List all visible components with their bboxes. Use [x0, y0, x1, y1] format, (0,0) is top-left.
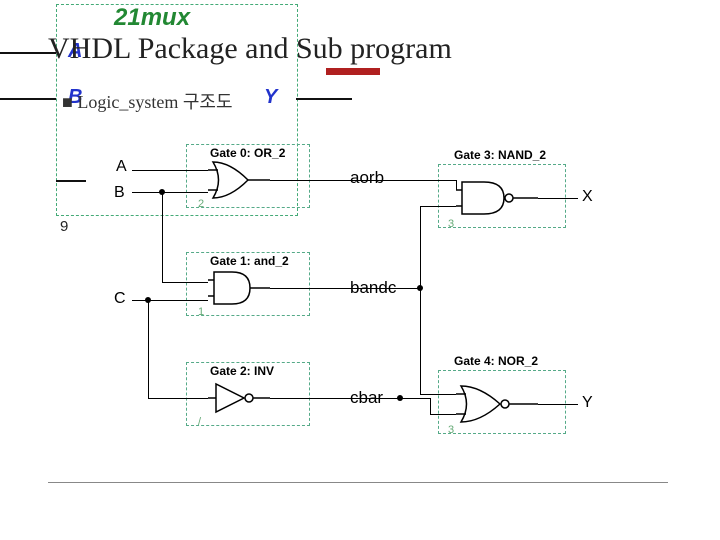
gate2-idx: / [198, 416, 201, 428]
mux-pin-y: Y [264, 86, 277, 109]
port-x: X [582, 188, 593, 206]
wire-bandc-up [420, 206, 421, 288]
mux-bottom-num: 9 [60, 218, 68, 235]
signal-aorb: aorb [350, 168, 384, 188]
gate4-idx: 3 [448, 424, 454, 436]
footer-rule [48, 482, 668, 483]
wire-x [538, 198, 578, 199]
junction-cbar [397, 395, 403, 401]
junction-bandc [417, 285, 423, 291]
gate0-idx: 2 [198, 198, 204, 210]
mux-wire-y [296, 98, 352, 100]
port-c: C [114, 290, 126, 308]
wire-c-inv [148, 398, 208, 399]
wire-cbar-nor [430, 414, 456, 415]
subtitle: ■ Logic_system 구조도 [62, 88, 233, 114]
junction-c [145, 297, 151, 303]
mux-wire-b [0, 98, 56, 100]
mux-wire-internal [56, 180, 86, 182]
mux-title: 21mux [114, 4, 190, 32]
gate4-label: Gate 4: NOR_2 [454, 354, 538, 368]
wire-cbar [270, 398, 430, 399]
page-title: VHDL Package and Sub program [48, 32, 452, 66]
wire-y [538, 404, 578, 405]
nand-gate-icon [456, 176, 546, 220]
wire-c [132, 300, 208, 301]
wire-bandc-nor [420, 394, 456, 395]
gate3-label: Gate 3: NAND_2 [454, 148, 546, 162]
title-underline [326, 68, 380, 75]
wire-cbar-v [430, 398, 431, 414]
nor-gate-icon [456, 382, 546, 426]
wire-bandc-down [420, 288, 421, 394]
and-gate-icon [208, 266, 278, 310]
junction-b [159, 189, 165, 195]
inv-gate-icon [208, 376, 278, 420]
port-b: B [114, 184, 125, 202]
wire-bandc [270, 288, 420, 289]
wire-aorb-v [456, 180, 457, 190]
wire-aorb [270, 180, 456, 181]
port-a: A [116, 158, 127, 176]
wire-a-or [132, 170, 208, 171]
wire-b-and [162, 282, 208, 283]
wire-b-down [162, 192, 163, 282]
gate3-idx: 3 [448, 218, 454, 230]
gate1-idx: 1 [198, 306, 204, 318]
wire-bandc-nand [420, 206, 456, 207]
wire-b [132, 192, 208, 193]
subtitle-text: Logic_system 구조도 [77, 92, 232, 112]
or-gate-icon [208, 158, 278, 202]
port-y: Y [582, 394, 593, 412]
wire-c-down [148, 300, 149, 398]
